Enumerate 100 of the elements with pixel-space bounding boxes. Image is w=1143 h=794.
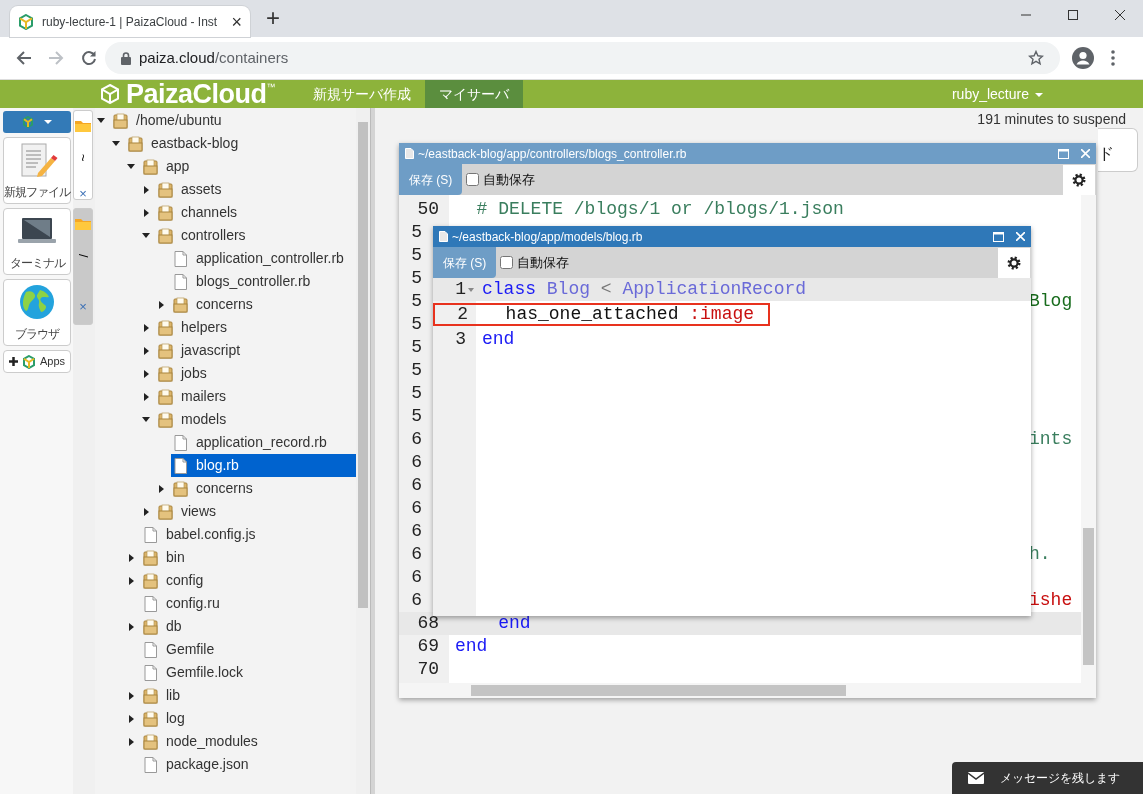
collapse-arrow-icon[interactable] <box>97 118 105 123</box>
reload-icon[interactable] <box>81 50 97 66</box>
expand-arrow-icon[interactable] <box>144 208 149 217</box>
lock-icon <box>121 51 131 65</box>
folder-icon <box>173 296 188 313</box>
expand-arrow-icon[interactable] <box>144 369 149 378</box>
expand-arrow-icon[interactable] <box>129 622 134 631</box>
fold-arrow-icon[interactable] <box>468 287 474 292</box>
tree-item[interactable]: app <box>141 155 356 178</box>
tree-item[interactable]: application_record.rb <box>171 431 356 454</box>
tree-item[interactable]: config.ru <box>141 592 356 615</box>
tree-item[interactable]: concerns <box>171 477 356 500</box>
tree-item[interactable]: blog.rb <box>171 454 356 477</box>
tree-item[interactable]: channels <box>156 201 356 224</box>
expand-arrow-icon[interactable] <box>129 691 134 700</box>
maximize-icon[interactable] <box>1067 9 1079 21</box>
file-icon <box>143 641 158 658</box>
window-title: ~/eastback-blog/app/models/blog.rb <box>452 228 643 246</box>
account-icon[interactable] <box>1072 47 1094 69</box>
message-button[interactable]: メッセージを残します <box>952 762 1143 794</box>
expand-arrow-icon[interactable] <box>159 300 164 309</box>
tree-item[interactable]: node_modules <box>141 730 356 753</box>
tree-item[interactable]: db <box>141 615 356 638</box>
side-tab[interactable]: ~ × <box>73 110 93 200</box>
tree-item[interactable]: controllers <box>156 224 356 247</box>
collapse-arrow-icon[interactable] <box>142 417 150 422</box>
folder-icon <box>128 135 143 152</box>
code-text: end <box>454 635 488 658</box>
expand-arrow-icon[interactable] <box>144 392 149 401</box>
line-number: 50 <box>417 199 439 219</box>
collapse-arrow-icon[interactable] <box>127 164 135 169</box>
folder-icon <box>143 158 158 175</box>
launcher-button[interactable]: 新規ファイル <box>3 137 71 204</box>
partly-covered-button[interactable]: ド <box>1098 128 1138 172</box>
settings-button[interactable] <box>1063 164 1095 195</box>
tree-item[interactable]: config <box>141 569 356 592</box>
folder-icon <box>143 549 158 566</box>
line-number: 6 <box>411 452 422 472</box>
line-number: 6 <box>411 590 422 610</box>
tree-item[interactable]: helpers <box>156 316 356 339</box>
caret-icon <box>1035 92 1043 97</box>
line-number: 68 <box>417 613 439 633</box>
tree-item[interactable]: models <box>156 408 356 431</box>
tree-item[interactable]: concerns <box>171 293 356 316</box>
expand-arrow-icon[interactable] <box>144 323 149 332</box>
tree-item[interactable]: views <box>156 500 356 523</box>
tree-item[interactable]: mailers <box>156 385 356 408</box>
tree-item[interactable]: log <box>141 707 356 730</box>
star-icon[interactable] <box>1028 50 1044 66</box>
tree-item[interactable]: blogs_controller.rb <box>171 270 356 293</box>
collapse-arrow-icon[interactable] <box>142 233 150 238</box>
code-text: h. <box>1029 543 1051 566</box>
tree-item[interactable]: /home/ubuntu <box>111 109 356 132</box>
tree-item[interactable]: jobs <box>156 362 356 385</box>
tree-item[interactable]: babel.config.js <box>141 523 356 546</box>
autosave-checkbox[interactable] <box>500 256 514 269</box>
tree-item[interactable]: package.json <box>141 753 356 776</box>
expand-arrow-icon[interactable] <box>129 576 134 585</box>
tree-item[interactable]: assets <box>156 178 356 201</box>
checkbox-label: 自動保存 <box>517 253 570 272</box>
line-number: 5 <box>411 360 422 380</box>
back-icon[interactable] <box>16 50 32 66</box>
expand-arrow-icon[interactable] <box>129 714 134 723</box>
expand-arrow-icon[interactable] <box>144 346 149 355</box>
tree-item[interactable]: Gemfile.lock <box>141 661 356 684</box>
tree-item[interactable]: application_controller.rb <box>171 247 356 270</box>
address-bar[interactable]: paiza.cloud/containers <box>105 42 1060 74</box>
caret-icon <box>44 120 52 124</box>
cube-icon <box>18 13 34 30</box>
scrollbar[interactable] <box>356 108 370 794</box>
close-icon[interactable] <box>1114 9 1126 21</box>
launcher-button[interactable]: ターミナル <box>3 208 71 275</box>
tree-item[interactable]: lib <box>141 684 356 707</box>
settings-icon <box>1007 255 1021 270</box>
tree-item[interactable]: javascript <box>156 339 356 362</box>
autosave-checkbox[interactable] <box>466 173 480 186</box>
apps-button[interactable]: Apps <box>3 350 71 373</box>
browser-tab[interactable]: ruby-lecture-1 | PaizaCloud - Inst × <box>10 6 250 37</box>
launcher-button[interactable]: ブラウザ <box>3 279 71 346</box>
expand-arrow-icon[interactable] <box>129 737 134 746</box>
new-tab-button[interactable]: + <box>262 6 284 30</box>
tree-item[interactable]: bin <box>141 546 356 569</box>
folder-icon <box>143 687 158 704</box>
tree-item[interactable]: Gemfile <box>141 638 356 661</box>
expand-arrow-icon[interactable] <box>129 553 134 562</box>
expand-arrow-icon[interactable] <box>159 484 164 493</box>
tree-item[interactable]: eastback-blog <box>126 132 356 155</box>
tab-close-button[interactable]: × <box>79 183 87 203</box>
file-icon <box>173 457 188 474</box>
horizontal-scrollbar[interactable] <box>399 683 1096 698</box>
tab-close-button[interactable]: × <box>231 12 242 31</box>
side-tab[interactable]: / × <box>73 208 93 325</box>
line-number: 5 <box>411 383 422 403</box>
settings-button[interactable] <box>998 247 1030 278</box>
vertical-scrollbar[interactable] <box>1081 195 1096 683</box>
nav-link[interactable]: マイサーバ <box>425 80 524 108</box>
collapse-arrow-icon[interactable] <box>112 141 120 146</box>
expand-arrow-icon[interactable] <box>144 507 149 516</box>
menu-icon[interactable] <box>1111 50 1115 66</box>
expand-arrow-icon[interactable] <box>144 185 149 194</box>
